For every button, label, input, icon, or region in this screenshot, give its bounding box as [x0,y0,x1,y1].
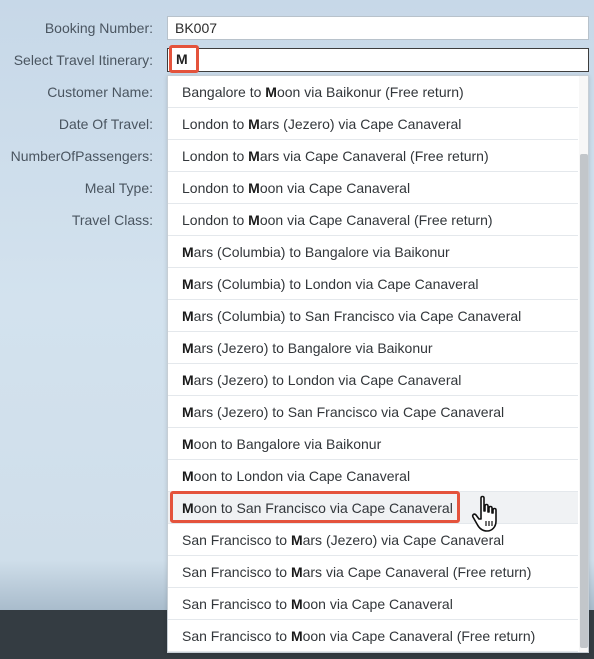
date-of-travel-label: Date Of Travel: [58,116,153,132]
dropdown-item[interactable]: London to Mars (Jezero) via Cape Canaver… [168,108,578,140]
dropdown-item[interactable]: Moon to Bangalore via Baikonur [168,428,578,460]
dropdown-item[interactable]: San Francisco to Moon via Cape Canaveral… [168,620,578,652]
dropdown-item-suffix: ars (Columbia) to San Francisco via Cape… [193,308,522,324]
meal-type-label: Meal Type: [84,180,153,196]
dropdown-item-match: M [182,372,194,388]
dropdown-item-prefix: San Francisco to [182,532,291,548]
itinerary-dropdown-list[interactable]: San Francisco to Moon via Cape Canaveral… [167,75,589,653]
dropdown-item-suffix: ars (Jezero) to San Francisco via Cape C… [193,404,505,420]
dropdown-item-prefix: San Francisco to [182,628,291,644]
dropdown-item-match: M [248,180,260,196]
dropdown-item-suffix: oon to Bangalore via Baikonur [193,436,382,452]
dropdown-item-prefix: London to [182,212,249,228]
dropdown-item-prefix: San Francisco to [182,596,291,612]
dropdown-item-suffix: oon via Cape Canaveral (Free return) [259,212,493,228]
dropdown-item[interactable]: London to Moon via Cape Canaveral [168,172,578,204]
dropdown-item[interactable]: London to Moon via Cape Canaveral (Free … [168,204,578,236]
dropdown-item-match: M [182,340,194,356]
dropdown-item-match: M [248,212,260,228]
dropdown-item-suffix: oon via Cape Canaveral [302,596,453,612]
dropdown-item-match: M [182,308,194,324]
dropdown-item[interactable]: San Francisco to Moon via Cape Canaveral [168,588,578,620]
dropdown-item-prefix: Bangalore to [182,84,266,100]
dropdown-item-match: M [182,244,194,260]
dropdown-item[interactable]: Mars (Jezero) to Bangalore via Baikonur [168,332,578,364]
dropdown-item-match: M [248,148,260,164]
dropdown-item-match: M [290,564,303,580]
dropdown-item[interactable]: Mars (Columbia) to London via Cape Canav… [168,268,578,300]
dropdown-item-suffix: ars via Cape Canaveral (Free return) [302,564,532,580]
dropdown-item-match: M [290,596,303,612]
dropdown-item-match: M [290,532,303,548]
dropdown-item-suffix: oon to London via Cape Canaveral [193,468,411,484]
dropdown-item[interactable]: Mars (Jezero) to London via Cape Canaver… [168,364,578,396]
dropdown-item-match: M [182,276,194,292]
dropdown-item-match: M [182,468,194,484]
customer-name-label: Customer Name: [47,84,153,100]
dropdown-item-suffix: ars (Columbia) to Bangalore via Baikonur [193,244,450,260]
dropdown-item-match: M [182,404,194,420]
dropdown-item-suffix: ars (Jezero) via Cape Canaveral [259,116,462,132]
travel-class-label: Travel Class: [71,212,153,228]
dropdown-item-suffix: ars (Columbia) to London via Cape Canave… [193,276,479,292]
dropdown-item[interactable]: Bangalore to Moon via Baikonur (Free ret… [168,76,578,108]
itinerary-input[interactable] [167,48,589,72]
dropdown-item[interactable]: Moon to London via Cape Canaveral [168,460,578,492]
dropdown-item-match: M [248,116,260,132]
dropdown-item[interactable]: London to Mars via Cape Canaveral (Free … [168,140,578,172]
dropdown-item-match: M [182,436,194,452]
dropdown-item[interactable]: San Francisco to Mars via Cape Canaveral… [168,556,578,588]
dropdown-item-suffix: oon via Baikonur (Free return) [276,84,464,100]
hand-pointer-icon [471,495,497,532]
passengers-label: NumberOfPassengers: [10,148,153,164]
dropdown-item-suffix: ars (Jezero) to London via Cape Canavera… [193,372,462,388]
dropdown-item[interactable]: San Francisco to Mars (Jezero) via Cape … [168,524,578,556]
itinerary-typed-text: M [169,45,199,73]
dropdown-scrollbar-thumb[interactable] [580,154,588,648]
dropdown-item-match: M [265,84,277,100]
booking-number-field[interactable]: BK007 [167,16,589,40]
dropdown-item-prefix: London to [182,148,249,164]
itinerary-label: Select Travel Itinerary: [13,52,153,68]
dropdown-item-suffix: oon via Cape Canaveral [259,180,411,196]
dropdown-item-suffix: ars (Jezero) to Bangalore via Baikonur [193,340,433,356]
dropdown-item[interactable]: Mars (Columbia) to Bangalore via Baikonu… [168,236,578,268]
dropdown-item[interactable]: Mars (Jezero) to San Francisco via Cape … [168,396,578,428]
booking-number-label: Booking Number: [44,20,153,36]
dropdown-item-suffix: ars via Cape Canaveral (Free return) [259,148,489,164]
dropdown-item-suffix: oon via Cape Canaveral (Free return) [302,628,536,644]
selected-item-highlight [170,491,460,523]
dropdown-item-prefix: London to [182,116,249,132]
dropdown-item[interactable]: Mars (Columbia) to San Francisco via Cap… [168,300,578,332]
dropdown-item-match: M [290,628,303,644]
dropdown-item-prefix: London to [182,180,249,196]
dropdown-item-prefix: San Francisco to [182,564,291,580]
